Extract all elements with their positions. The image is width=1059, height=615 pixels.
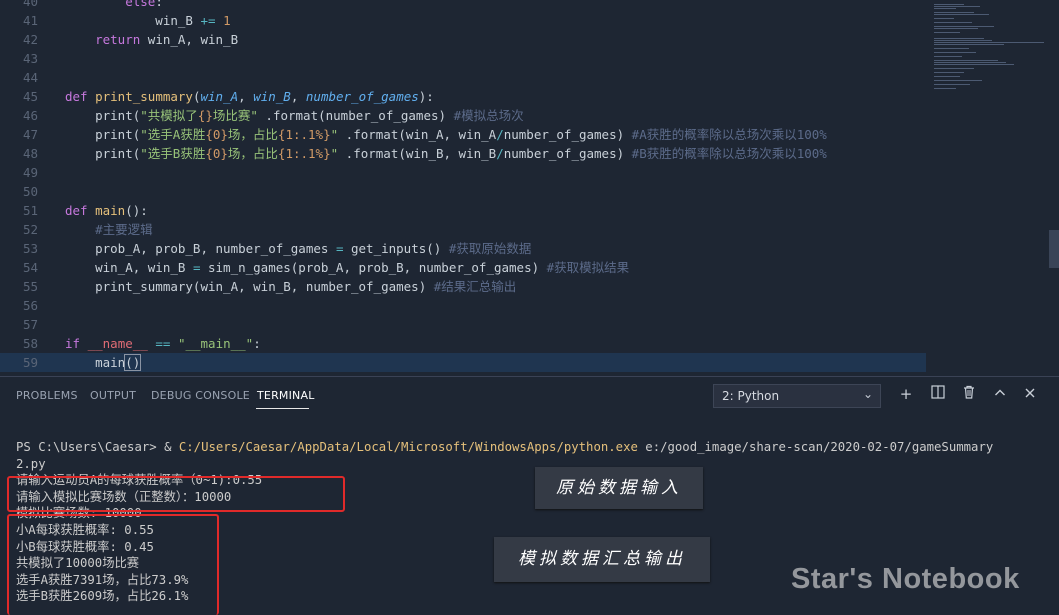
code-text: print("选手B获胜{0}场，占比{1:.1%}" .format(win_… xyxy=(65,146,827,161)
code-line[interactable]: 53 prob_A, prob_B, number_of_games = get… xyxy=(0,239,926,258)
code-line[interactable]: 50 xyxy=(0,182,926,201)
minimap[interactable] xyxy=(928,0,1048,376)
active-tab-indicator xyxy=(256,408,309,409)
tab-terminal[interactable]: TERMINAL xyxy=(257,389,315,402)
line-number: 40 xyxy=(22,0,38,9)
line-number: 46 xyxy=(22,108,38,123)
code-line[interactable]: 57 xyxy=(0,315,926,334)
code-line[interactable]: 51 def main(): xyxy=(0,201,926,220)
line-number: 48 xyxy=(22,146,38,161)
code-text: else: xyxy=(125,0,163,9)
python-path: C:/Users/Caesar/AppData/Local/Microsoft/… xyxy=(178,440,638,454)
code-text: win_B += 1 xyxy=(65,13,231,28)
line-number: 47 xyxy=(22,127,38,142)
line-number: 54 xyxy=(22,260,38,275)
tab-output[interactable]: OUTPUT xyxy=(90,389,136,402)
code-line[interactable]: 52 #主要逻辑 xyxy=(0,220,926,239)
code-text: def print_summary(win_A, win_B, number_o… xyxy=(65,89,434,104)
code-text: #主要逻辑 xyxy=(95,222,153,237)
code-editor[interactable]: 40 else: 41 win_B += 1 42 return win_A, wi… xyxy=(0,0,1059,376)
code-text: if __name__ == "__main__": xyxy=(65,336,261,351)
code-text: print("选手A获胜{0}场，占比{1:.1%}" .format(win_… xyxy=(65,127,827,142)
line-number: 53 xyxy=(22,241,38,256)
code-line[interactable]: 43 xyxy=(0,49,926,68)
close-icon[interactable] xyxy=(1020,384,1040,404)
code-line[interactable]: 56 xyxy=(0,296,926,315)
code-line[interactable]: 48 print("选手B获胜{0}场，占比{1:.1%}" .format(w… xyxy=(0,144,926,163)
callout-output: 模拟数据汇总输出 xyxy=(494,537,710,582)
line-number: 58 xyxy=(22,336,38,351)
editor-scrollbar[interactable] xyxy=(1049,0,1059,376)
code-line[interactable]: 58 if __name__ == "__main__": xyxy=(0,334,926,353)
script-path: e:/good_image/share-scan/2020-02-07/game… xyxy=(637,440,994,454)
terminal-prompt-line: PS C:\Users\Caesar> & C:/Users/Caesar/Ap… xyxy=(16,439,993,456)
code-text: prob_A, prob_B, number_of_games = get_in… xyxy=(65,241,532,256)
line-number: 43 xyxy=(22,51,38,66)
chevron-down-icon: ⌄ xyxy=(862,387,873,401)
code-line[interactable]: 55 print_summary(win_A, win_B, number_of… xyxy=(0,277,926,296)
line-number: 52 xyxy=(22,222,38,237)
code-text: print_summary(win_A, win_B, number_of_ga… xyxy=(65,279,517,294)
code-line[interactable]: 59 main() xyxy=(0,353,926,372)
output-highlight-box xyxy=(7,514,219,615)
line-number: 59 xyxy=(22,355,38,370)
watermark-text: Star's Notebook xyxy=(791,563,1020,595)
chevron-up-icon[interactable] xyxy=(990,384,1010,404)
code-line[interactable]: 41 win_B += 1 xyxy=(0,11,926,30)
prompt-prefix: PS C:\Users\Caesar> & xyxy=(16,440,179,454)
split-icon[interactable] xyxy=(928,384,948,404)
line-number: 44 xyxy=(22,70,38,85)
terminal-select-value: 2: Python xyxy=(722,389,780,403)
code-line[interactable]: 40 else: xyxy=(0,0,926,11)
prompt-wrap-line: 2.py xyxy=(16,456,46,471)
code-line[interactable]: 45 def print_summary(win_A, win_B, number… xyxy=(0,87,926,106)
line-number: 45 xyxy=(22,89,38,104)
code-text: main() xyxy=(65,354,142,371)
code-line[interactable]: 54 win_A, win_B = sim_n_games(prob_A, pr… xyxy=(0,258,926,277)
code-text: return win_A, win_B xyxy=(95,32,239,47)
tab-debug-console[interactable]: DEBUG CONSOLE xyxy=(151,389,250,402)
code-text: win_A, win_B = sim_n_games(prob_A, prob_… xyxy=(65,260,630,275)
code-line[interactable]: 46 print("共模拟了{}场比赛" .format(number_of_g… xyxy=(0,106,926,125)
code-text: print("共模拟了{}场比赛" .format(number_of_game… xyxy=(65,108,524,123)
editor-scroll-thumb[interactable] xyxy=(1049,230,1059,268)
line-number: 55 xyxy=(22,279,38,294)
code-line[interactable]: 47 print("选手A获胜{0}场，占比{1:.1%}" .format(w… xyxy=(0,125,926,144)
line-number: 42 xyxy=(22,32,38,47)
code-line[interactable]: 42 return win_A, win_B xyxy=(0,30,926,49)
plus-icon[interactable]: + xyxy=(896,384,916,404)
tab-problems[interactable]: PROBLEMS xyxy=(16,389,78,402)
panel-tab-bar: PROBLEMS OUTPUT DEBUG CONSOLE TERMINAL 2… xyxy=(0,377,1059,413)
input-highlight-box xyxy=(7,476,345,512)
line-number: 56 xyxy=(22,298,38,313)
line-number: 51 xyxy=(22,203,38,218)
code-line[interactable]: 44 xyxy=(0,68,926,87)
trash-icon[interactable] xyxy=(959,384,979,404)
callout-input: 原始数据输入 xyxy=(535,467,703,509)
line-number: 41 xyxy=(22,13,38,28)
line-number: 50 xyxy=(22,184,38,199)
line-number: 49 xyxy=(22,165,38,180)
code-text: def main(): xyxy=(65,203,148,218)
terminal-select[interactable]: 2: Python ⌄ xyxy=(713,384,881,408)
code-line[interactable]: 49 xyxy=(0,163,926,182)
line-number: 57 xyxy=(22,317,38,332)
